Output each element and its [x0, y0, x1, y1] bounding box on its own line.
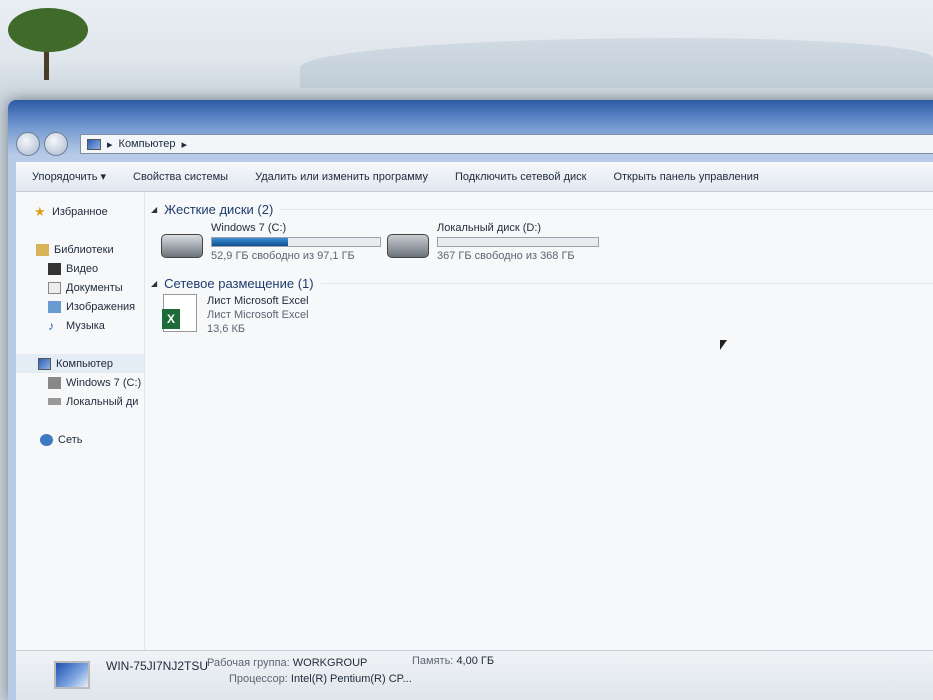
memory-label: Память: — [412, 655, 454, 667]
memory-row: Память: 4,00 ГБ — [412, 655, 494, 667]
network-item-excel[interactable]: X Лист Microsoft Excel Лист Microsoft Ex… — [162, 294, 309, 336]
sidebar-item-drive-c[interactable]: Windows 7 (C:) — [16, 373, 144, 392]
chevron-right-icon: ▸ — [107, 138, 113, 151]
drive-free-space: 52,9 ГБ свободно из 97,1 ГБ — [211, 250, 355, 262]
map-network-drive-button[interactable]: Подключить сетевой диск — [455, 171, 586, 183]
workgroup-row: Рабочая группа: WORKGROUP — [207, 657, 367, 669]
sidebar-item-favorites[interactable]: ★ Избранное — [16, 202, 144, 221]
excel-file-icon: X — [162, 294, 197, 332]
group-header-network-locations[interactable]: ◢ Сетевое размещение (1) — [151, 274, 933, 292]
star-icon: ★ — [34, 203, 46, 219]
sidebar-item-drive-d[interactable]: Локальный ди — [16, 392, 144, 411]
uninstall-program-button[interactable]: Удалить или изменить программу — [255, 171, 428, 183]
open-control-panel-button[interactable]: Открыть панель управления — [613, 171, 758, 183]
collapse-icon[interactable]: ◢ — [151, 279, 157, 288]
drive-usage-bar — [211, 237, 381, 247]
drive-name: Локальный диск (D:) — [437, 222, 542, 234]
computer-name: WIN-75JI7NJ2TSU — [106, 659, 209, 673]
drive-d[interactable]: Локальный диск (D:) 367 ГБ свободно из 3… — [387, 222, 599, 262]
item-name: Лист Microsoft Excel — [207, 295, 309, 307]
chevron-right-icon[interactable]: ▸ — [181, 138, 187, 151]
drive-icon — [387, 234, 429, 258]
details-pane: WIN-75JI7NJ2TSU Рабочая группа: WORKGROU… — [16, 650, 933, 700]
cpu-label: Процессор: — [229, 673, 288, 685]
group-header-hard-disks[interactable]: ◢ Жесткие диски (2) — [151, 200, 933, 218]
sidebar-item-network[interactable]: Сеть — [16, 430, 144, 449]
sidebar-item-documents[interactable]: Документы — [16, 278, 144, 297]
computer-icon — [38, 357, 51, 370]
sidebar-item-video[interactable]: Видео — [16, 259, 144, 278]
address-bar[interactable]: ▸ Компьютер ▸ — [80, 134, 933, 154]
system-properties-button[interactable]: Свойства системы — [133, 171, 228, 183]
collapse-icon[interactable]: ◢ — [151, 205, 157, 214]
windows-drive-icon — [161, 234, 203, 258]
mouse-cursor — [720, 340, 727, 350]
documents-icon — [48, 281, 61, 294]
breadcrumb-computer[interactable]: Компьютер — [119, 138, 176, 150]
images-icon — [48, 300, 61, 313]
command-bar: Упорядочить ▾ Свойства системы Удалить и… — [16, 162, 933, 192]
organize-button[interactable]: Упорядочить ▾ — [32, 170, 106, 183]
drive-usage-bar — [437, 237, 599, 247]
item-size: 13,6 КБ — [207, 323, 246, 335]
cpu-value: Intel(R) Pentium(R) CP... — [290, 673, 412, 685]
sidebar-item-music[interactable]: ♪ Музыка — [16, 316, 144, 335]
network-icon — [40, 433, 53, 446]
explorer-window: ▸ Компьютер ▸ Упорядочить ▾ Свойства сис… — [8, 100, 933, 700]
windows-drive-icon — [48, 376, 61, 389]
computer-monitor-icon — [54, 661, 90, 689]
desktop-tree-wallpaper — [8, 8, 88, 80]
sidebar-item-images[interactable]: Изображения — [16, 297, 144, 316]
drive-free-space: 367 ГБ свободно из 368 ГБ — [437, 250, 575, 262]
video-icon — [48, 262, 61, 275]
workgroup-value: WORKGROUP — [292, 657, 368, 669]
item-type: Лист Microsoft Excel — [207, 309, 309, 321]
computer-icon — [87, 138, 101, 150]
desktop-wallpaper-mountain — [300, 38, 933, 88]
music-icon: ♪ — [48, 318, 54, 333]
forward-button[interactable] — [44, 132, 68, 156]
memory-value: 4,00 ГБ — [456, 655, 495, 667]
workgroup-label: Рабочая группа: — [207, 657, 290, 669]
drive-usage-fill — [212, 238, 289, 246]
drive-icon — [48, 398, 61, 405]
sidebar-item-computer[interactable]: Компьютер — [16, 354, 144, 373]
sidebar-item-libraries[interactable]: Библиотеки — [16, 240, 144, 259]
libraries-icon — [36, 243, 49, 256]
navigation-pane: ★ Избранное Библиотеки Видео Документы Из… — [16, 192, 145, 650]
cpu-row: Процессор: Intel(R) Pentium(R) CP... — [229, 673, 412, 685]
drive-c[interactable]: Windows 7 (C:) 52,9 ГБ свободно из 97,1 … — [161, 222, 381, 262]
drive-name: Windows 7 (C:) — [211, 222, 287, 234]
back-button[interactable] — [16, 132, 40, 156]
content-pane: ◢ Жесткие диски (2) Windows 7 (C:) 52,9 Г… — [145, 192, 933, 650]
